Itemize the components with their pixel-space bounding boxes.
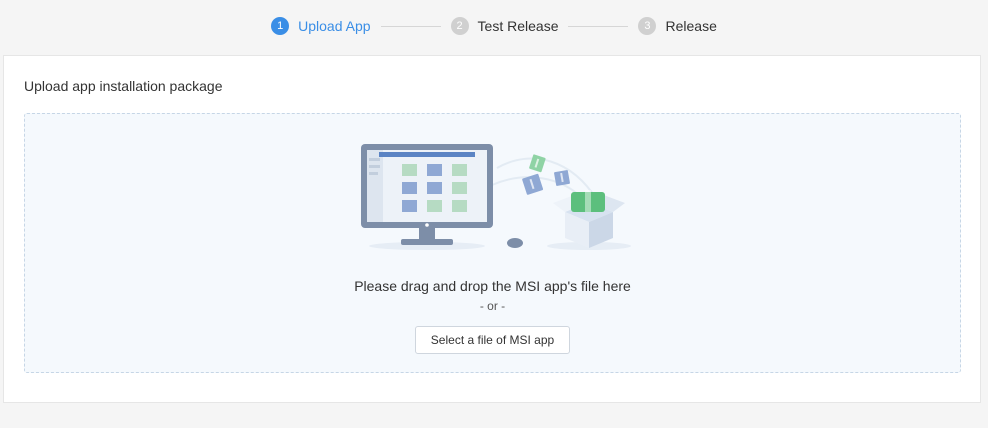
step-number-3: 3 bbox=[638, 17, 657, 35]
step-label-test-release: Test Release bbox=[477, 18, 559, 34]
step-indicator: 1 Upload App 2 Test Release 3 Release bbox=[0, 0, 988, 52]
step-upload-app: 1 Upload App bbox=[271, 17, 371, 35]
step-release: 3 Release bbox=[638, 17, 717, 35]
step-test-release: 2 Test Release bbox=[450, 17, 559, 35]
step-label-release: Release bbox=[665, 18, 717, 34]
step-number-2: 2 bbox=[450, 17, 469, 35]
dropzone-or-separator: - or - bbox=[479, 299, 506, 313]
computer-upload-illustration-icon bbox=[361, 144, 631, 250]
step-connector bbox=[568, 25, 629, 27]
step-connector bbox=[380, 25, 441, 27]
upload-panel: Upload app installation package Please d… bbox=[3, 55, 981, 403]
select-file-button[interactable]: Select a file of MSI app bbox=[415, 326, 570, 354]
file-dropzone[interactable]: Please drag and drop the MSI app's file … bbox=[24, 113, 961, 373]
dropzone-instruction: Please drag and drop the MSI app's file … bbox=[354, 278, 631, 294]
step-number-1: 1 bbox=[271, 17, 290, 35]
step-label-upload-app: Upload App bbox=[298, 18, 371, 34]
panel-title: Upload app installation package bbox=[24, 78, 223, 94]
